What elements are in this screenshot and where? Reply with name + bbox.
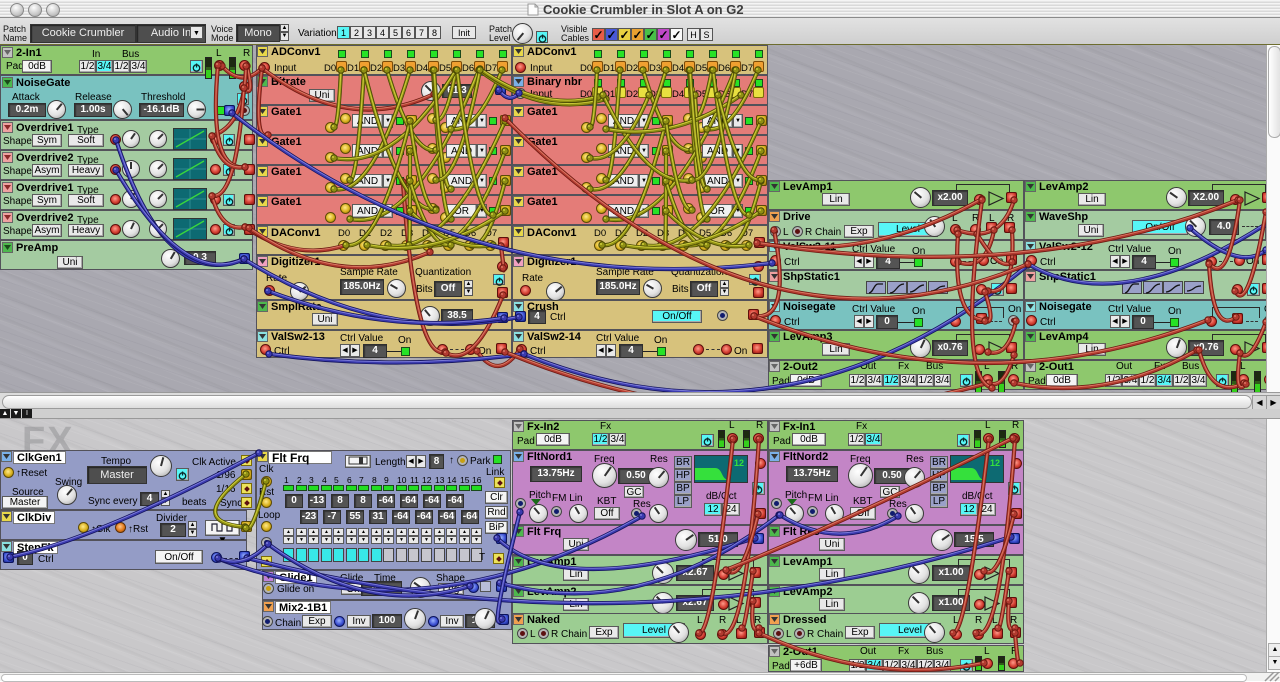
svg-text:12: 12 <box>734 458 744 468</box>
svg-text:12: 12 <box>990 458 1000 468</box>
